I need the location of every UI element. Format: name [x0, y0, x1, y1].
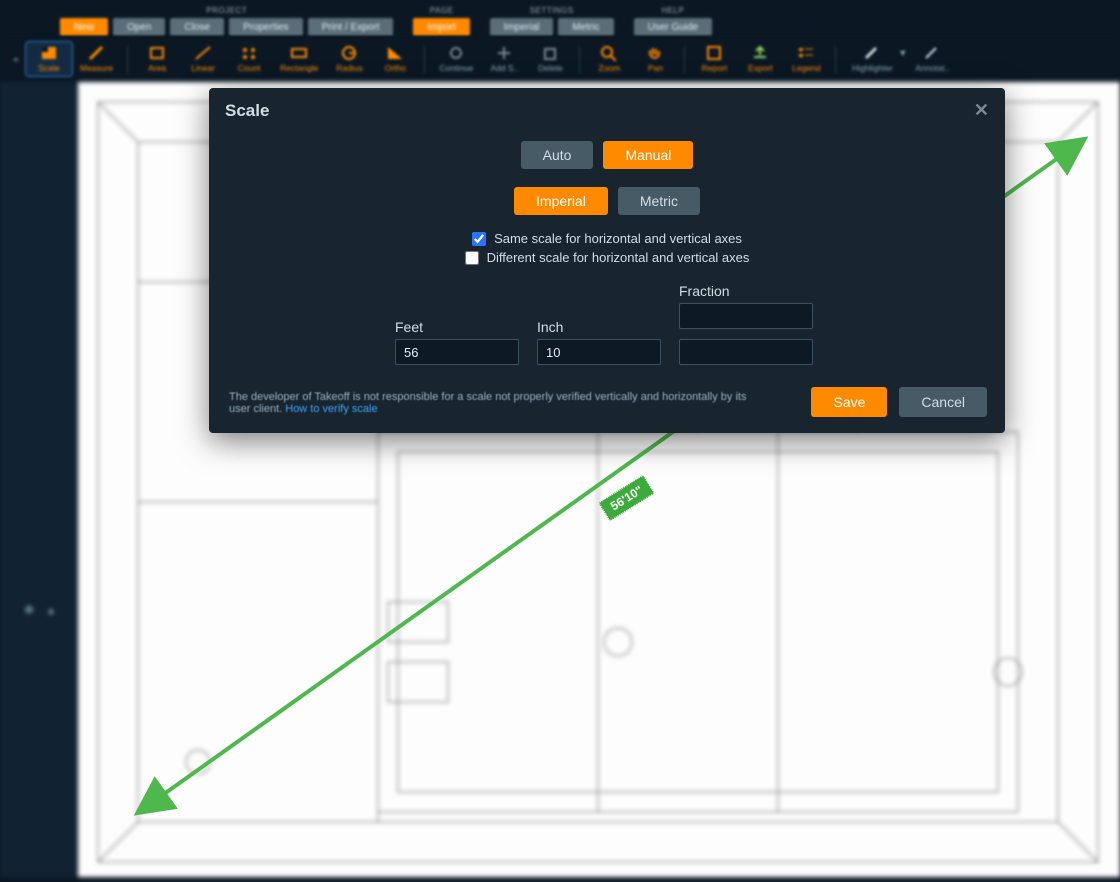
count-tool[interactable]: Count [226, 42, 272, 76]
cancel-button[interactable]: Cancel [899, 387, 987, 417]
inch-label: Inch [537, 319, 661, 335]
legend-icon [797, 45, 815, 61]
plus-icon [495, 45, 513, 61]
report-icon [705, 45, 723, 61]
feet-label: Feet [395, 319, 519, 335]
feet-input[interactable] [395, 339, 519, 365]
main-toolbar: « Scale Measure Area Linear Count Rectan… [0, 36, 1120, 82]
continue-tool[interactable]: Continue [431, 42, 481, 76]
auto-mode-button[interactable]: Auto [521, 141, 594, 169]
help-group: HELP User Guide [634, 6, 713, 36]
chevron-up-icon[interactable]: ▴ [48, 603, 54, 617]
scale-modal: Scale ✕ Auto Manual Imperial Metric Same… [209, 88, 1005, 433]
help-group-label: HELP [661, 6, 684, 15]
metric-setting-button[interactable]: Metric [558, 18, 613, 36]
scale-icon [40, 45, 58, 61]
collapse-toolbar-icon[interactable]: « [6, 36, 26, 82]
export-tool[interactable]: Export [737, 42, 783, 76]
same-axes-label: Same scale for horizontal and vertical a… [494, 231, 742, 246]
rectangle-tool[interactable]: Rectangle [272, 42, 326, 76]
disclaimer-text: The developer of Takeoff is not responsi… [209, 391, 769, 415]
open-button[interactable]: Open [113, 18, 165, 36]
linear-tool[interactable]: Linear [180, 42, 226, 76]
annotate-tool[interactable]: Annotat.. [907, 42, 957, 76]
hand-icon [646, 45, 664, 61]
highlighter-dropdown-icon[interactable]: ▼ [898, 48, 907, 58]
modal-title: Scale [225, 101, 269, 121]
trash-icon [541, 45, 559, 61]
new-button[interactable]: New [60, 18, 108, 36]
ortho-icon [386, 45, 404, 61]
fraction-numerator-input[interactable] [679, 303, 813, 329]
manual-mode-button[interactable]: Manual [603, 141, 693, 169]
close-icon[interactable]: ✕ [974, 100, 989, 121]
zoom-tool[interactable]: Zoom [586, 42, 632, 76]
left-sidebar: ✥ ▴ [0, 82, 78, 877]
diff-axes-label: Different scale for horizontal and verti… [487, 250, 750, 265]
fraction-label: Fraction [679, 283, 813, 299]
export-icon [751, 45, 769, 61]
save-button[interactable]: Save [811, 387, 887, 417]
imperial-setting-button[interactable]: Imperial [490, 18, 554, 36]
print-export-button[interactable]: Print / Export [308, 18, 394, 36]
count-icon [240, 45, 258, 61]
highlighter-tool[interactable]: Highlighter [842, 42, 902, 76]
pencil-icon [88, 45, 106, 61]
area-tool[interactable]: Area [134, 42, 180, 76]
properties-button[interactable]: Properties [229, 18, 303, 36]
inch-input[interactable] [537, 339, 661, 365]
ortho-tool[interactable]: Ortho [372, 42, 418, 76]
diff-axes-checkbox[interactable] [465, 251, 479, 265]
measure-tool[interactable]: Measure [72, 42, 121, 76]
top-menu-bar: PROJECT New Open Close Properties Print … [0, 0, 1120, 36]
radius-tool[interactable]: Radius [326, 42, 372, 76]
page-group: PAGE Import [413, 6, 469, 36]
import-button[interactable]: Import [413, 18, 469, 36]
units-toggle-row: Imperial Metric [209, 187, 1005, 215]
continue-icon [447, 45, 465, 61]
highlighter-icon [863, 45, 881, 61]
radius-icon [340, 45, 358, 61]
zoom-icon [600, 45, 618, 61]
legend-tool[interactable]: Legend [783, 42, 829, 76]
linear-icon [194, 45, 212, 61]
settings-group: SETTINGS Imperial Metric [490, 6, 614, 36]
imperial-units-button[interactable]: Imperial [514, 187, 608, 215]
verify-scale-link[interactable]: How to verify scale [285, 403, 377, 415]
project-group: PROJECT New Open Close Properties Print … [60, 6, 393, 36]
user-guide-button[interactable]: User Guide [634, 18, 713, 36]
add-s-tool[interactable]: Add S.. [481, 42, 527, 76]
area-icon [148, 45, 166, 61]
delete-tool[interactable]: Delete [527, 42, 573, 76]
page-group-label: PAGE [430, 6, 454, 15]
same-axes-checkbox[interactable] [472, 232, 486, 246]
mode-toggle-row: Auto Manual [209, 141, 1005, 169]
close-button[interactable]: Close [170, 18, 224, 36]
annotate-icon [923, 45, 941, 61]
pan-tool[interactable]: Pan [632, 42, 678, 76]
settings-group-label: SETTINGS [530, 6, 574, 15]
diff-axes-row: Different scale for horizontal and verti… [209, 250, 1005, 265]
project-group-label: PROJECT [206, 6, 247, 15]
fields-row: Feet Inch Fraction [209, 283, 1005, 365]
same-axes-row: Same scale for horizontal and vertical a… [209, 231, 1005, 246]
report-tool[interactable]: Report [691, 42, 737, 76]
scale-tool[interactable]: Scale [26, 42, 72, 76]
fraction-denominator-input[interactable] [679, 339, 813, 365]
move-icon[interactable]: ✥ [24, 603, 34, 617]
metric-units-button[interactable]: Metric [618, 187, 700, 215]
rectangle-icon [290, 45, 308, 61]
